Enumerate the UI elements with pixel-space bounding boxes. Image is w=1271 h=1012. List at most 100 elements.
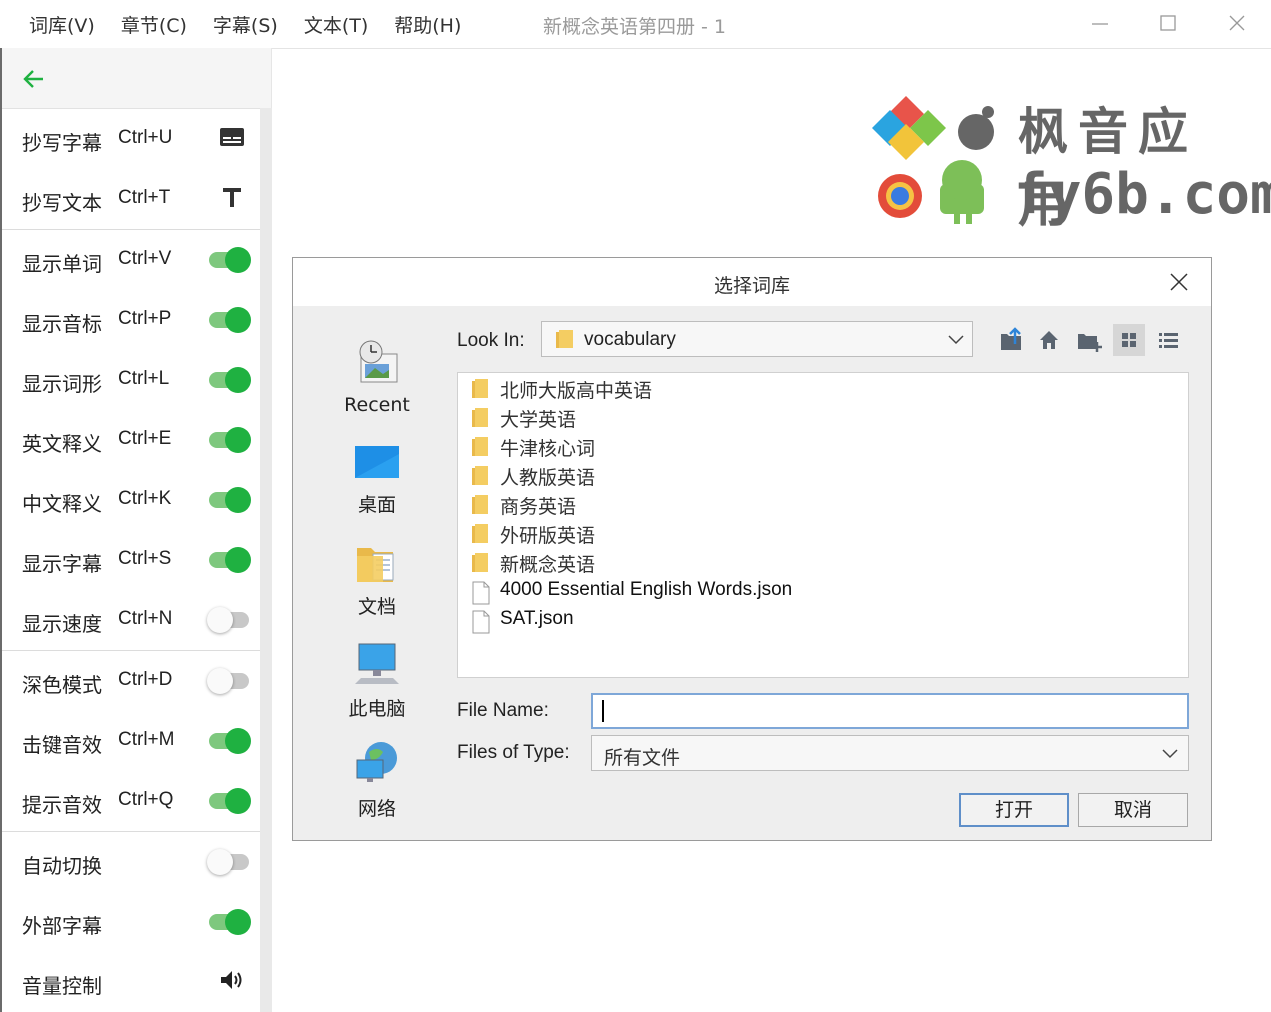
- entry-name: 4000 Essential English Words.json: [500, 579, 793, 600]
- home-icon: [1040, 331, 1058, 349]
- place-network[interactable]: 网络: [333, 740, 421, 821]
- close-icon: [1229, 15, 1245, 31]
- up-folder-button[interactable]: [995, 324, 1027, 356]
- folder-icon: [556, 330, 573, 348]
- place-this-pc[interactable]: 此电脑: [333, 640, 421, 721]
- settings-row[interactable]: 显示速度 Ctrl+N: [2, 590, 271, 650]
- folder-icon: [472, 465, 490, 491]
- folder-icon: [472, 378, 490, 404]
- entry-name: 大学英语: [500, 409, 577, 431]
- new-folder-icon: [1078, 334, 1102, 352]
- settings-row-shortcut: Ctrl+M: [118, 729, 175, 750]
- settings-row-shortcut: Ctrl+Q: [118, 789, 174, 810]
- settings-row[interactable]: 显示音标 Ctrl+P: [2, 290, 271, 350]
- volume-icon[interactable]: [219, 968, 245, 996]
- details-view-button[interactable]: [1153, 324, 1185, 356]
- maximize-button[interactable]: [1148, 8, 1188, 40]
- settings-row[interactable]: 深色模式 Ctrl+D: [2, 651, 271, 711]
- entry-name: 商务英语: [500, 496, 577, 518]
- chevron-down-icon: [948, 335, 964, 345]
- settings-row-label: 音量控制: [22, 974, 102, 998]
- settings-sidebar: 抄写字幕 Ctrl+U 抄写文本 Ctrl+T 显示单词 Ctrl+V 显示音标 Ctrl+P…: [0, 48, 272, 1012]
- back-arrow-icon[interactable]: [22, 68, 46, 90]
- text-icon[interactable]: [221, 185, 243, 213]
- place-label: 文档: [357, 596, 396, 618]
- settings-row-label: 显示词形: [22, 372, 102, 396]
- documents-icon: [357, 548, 394, 582]
- settings-row-shortcut: Ctrl+T: [118, 187, 171, 208]
- toggle-switch[interactable]: [207, 667, 251, 695]
- menu-text[interactable]: 文本(T): [291, 11, 381, 38]
- subtitle-icon[interactable]: [219, 125, 245, 153]
- menu-subtitle[interactable]: 字幕(S): [200, 11, 291, 38]
- toggle-switch[interactable]: [209, 246, 251, 274]
- file-name-label: File Name:: [457, 700, 549, 721]
- watermark: 枫音应用 fy6b.com: [872, 92, 1271, 233]
- toggle-switch[interactable]: [209, 426, 251, 454]
- toggle-switch[interactable]: [207, 848, 251, 876]
- cancel-button[interactable]: 取消: [1078, 793, 1188, 827]
- toggle-switch[interactable]: [209, 366, 251, 394]
- toggle-switch[interactable]: [209, 306, 251, 334]
- minimize-button[interactable]: [1080, 8, 1120, 40]
- new-folder-button[interactable]: [1073, 324, 1105, 356]
- toggle-switch[interactable]: [209, 787, 251, 815]
- settings-row[interactable]: 英文释义 Ctrl+E: [2, 410, 271, 470]
- settings-row-label: 自动切换: [22, 854, 102, 878]
- dialog-titlebar: 选择词库: [293, 258, 1211, 306]
- menu-chapter[interactable]: 章节(C): [108, 11, 200, 38]
- settings-list: 抄写字幕 Ctrl+U 抄写文本 Ctrl+T 显示单词 Ctrl+V 显示音标 Ctrl+P…: [2, 109, 271, 1012]
- toggle-switch[interactable]: [209, 727, 251, 755]
- toggle-switch[interactable]: [209, 486, 251, 514]
- settings-row[interactable]: 中文释义 Ctrl+K: [2, 470, 271, 530]
- settings-row[interactable]: 外部字幕: [2, 892, 271, 952]
- list-view-button[interactable]: [1113, 324, 1145, 356]
- toggle-switch[interactable]: [207, 606, 251, 634]
- settings-row[interactable]: 击键音效 Ctrl+M: [2, 711, 271, 771]
- toggle-switch[interactable]: [209, 546, 251, 574]
- file-name-input[interactable]: [591, 693, 1189, 729]
- settings-row[interactable]: 音量控制: [2, 952, 271, 1012]
- sidebar-scrollbar[interactable]: [260, 108, 272, 1012]
- file-type-combobox[interactable]: 所有文件: [591, 735, 1189, 771]
- file-icon: [472, 581, 490, 609]
- settings-row[interactable]: 抄写文本 Ctrl+T: [2, 169, 271, 229]
- settings-row[interactable]: 显示单词 Ctrl+V: [2, 230, 271, 290]
- settings-row-label: 提示音效: [22, 793, 102, 817]
- settings-row-shortcut: Ctrl+V: [118, 248, 172, 269]
- back-row: [2, 48, 271, 109]
- close-icon[interactable]: [1169, 272, 1189, 292]
- entry-name: 人教版英语: [500, 467, 596, 489]
- settings-row-label: 深色模式: [22, 673, 102, 697]
- menu-vocabulary[interactable]: 词库(V): [16, 11, 108, 38]
- entry-name: 牛津核心词: [500, 438, 596, 460]
- folder-icon: [472, 523, 490, 549]
- toggle-switch[interactable]: [209, 908, 251, 936]
- place-label: 桌面: [357, 494, 396, 516]
- home-button[interactable]: [1033, 324, 1065, 356]
- menu-list: 词库(V) 章节(C) 字幕(S) 文本(T) 帮助(H): [16, 0, 474, 48]
- menu-help[interactable]: 帮助(H): [381, 11, 474, 38]
- place-desktop[interactable]: 桌面: [333, 442, 421, 517]
- settings-row-label: 外部字幕: [22, 914, 102, 938]
- place-recent[interactable]: Recent: [333, 338, 421, 416]
- place-documents[interactable]: 文档: [333, 540, 421, 619]
- chevron-down-icon: [1162, 749, 1178, 759]
- settings-row[interactable]: 显示词形 Ctrl+L: [2, 350, 271, 410]
- file-list[interactable]: 北师大版高中英语 大学英语 牛津核心词 人教版英语 商务英语 外研版英语 新概念英语 4000…: [457, 372, 1189, 678]
- settings-row[interactable]: 抄写字幕 Ctrl+U: [2, 109, 271, 169]
- close-window-button[interactable]: [1218, 8, 1258, 40]
- place-label: 此电脑: [348, 698, 406, 720]
- settings-row[interactable]: 显示字幕 Ctrl+S: [2, 530, 271, 590]
- look-in-combobox[interactable]: vocabulary: [541, 321, 973, 357]
- folder-icon: [472, 494, 490, 520]
- folder-icon: [472, 552, 490, 578]
- up-folder-icon: [1001, 327, 1021, 350]
- open-button[interactable]: 打开: [959, 793, 1069, 827]
- place-label: 网络: [357, 798, 396, 820]
- settings-row-label: 显示字幕: [22, 552, 102, 576]
- settings-row[interactable]: 提示音效 Ctrl+Q: [2, 771, 271, 831]
- settings-row[interactable]: 自动切换: [2, 832, 271, 892]
- settings-row-shortcut: Ctrl+K: [118, 488, 172, 509]
- settings-row-label: 英文释义: [22, 432, 102, 456]
